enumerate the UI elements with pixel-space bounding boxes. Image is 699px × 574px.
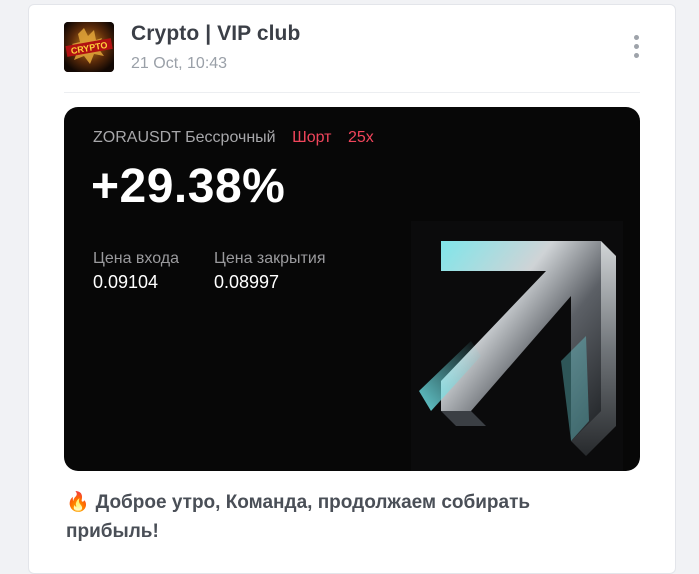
leverage-label: 25x (347, 129, 374, 146)
more-options-icon[interactable] (626, 35, 646, 65)
fire-icon: 🔥 (66, 492, 90, 513)
post-message-text: Доброе утро, Команда, продолжаем собират… (66, 492, 531, 542)
entry-price-block: Цена входа 0.09104 (93, 250, 179, 293)
close-price-block: Цена закрытия 0.08997 (214, 250, 325, 293)
arrow-up-right-icon (411, 221, 623, 471)
pair-name: ZORAUSDT Бессрочный (93, 129, 276, 146)
direction-label: Шорт (292, 129, 332, 146)
post-message: 🔥 Доброе утро, Команда, продолжаем собира… (66, 488, 626, 546)
pnl-percentage: +29.38% (91, 160, 286, 213)
entry-price-value: 0.09104 (93, 272, 159, 292)
post-card: CRYPTO Crypto | VIP club 21 Oct, 10:43 Z… (28, 4, 676, 574)
channel-name[interactable]: Crypto | VIP club (131, 22, 300, 46)
channel-avatar[interactable]: CRYPTO (64, 22, 114, 72)
post-date: 21 Oct, 10:43 (131, 55, 228, 72)
trade-result-image[interactable]: ZORAUSDT Бессрочный Шорт 25x +29.38% Цен… (64, 107, 640, 471)
close-price-value: 0.08997 (214, 272, 280, 292)
close-price-label: Цена закрытия (214, 250, 326, 267)
header-divider (64, 92, 640, 93)
entry-price-label: Цена входа (93, 250, 180, 267)
pair-line: ZORAUSDT Бессрочный Шорт 25x (93, 129, 374, 147)
